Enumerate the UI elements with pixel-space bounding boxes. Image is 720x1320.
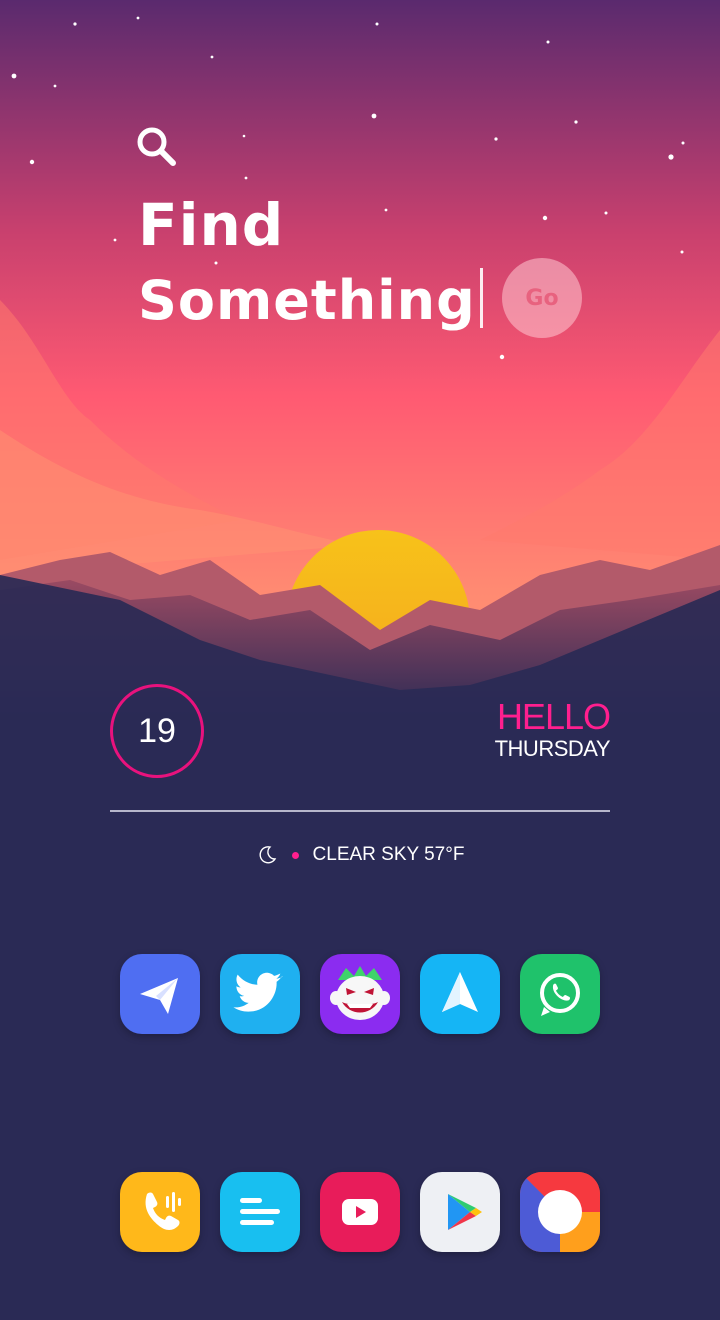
messages-app-icon[interactable] — [220, 1172, 300, 1252]
play-triangle-icon — [448, 1194, 482, 1230]
whatsapp-app-icon[interactable] — [520, 954, 600, 1034]
sunset-wallpaper — [0, 0, 720, 720]
weather-text: CLEAR SKY 57°F — [312, 844, 465, 865]
search-title-line1: Find — [138, 191, 285, 259]
whatsapp-icon — [540, 973, 580, 1016]
weather-row: CLEAR SKY 57°F — [0, 840, 720, 870]
greeting-text: HELLO — [496, 696, 611, 737]
moon-icon — [259, 846, 276, 864]
weekday-text: THURSDAY — [494, 736, 611, 761]
youtube-app-icon[interactable] — [320, 1172, 400, 1252]
play-store-app-icon[interactable] — [420, 1172, 500, 1252]
chrome-icon — [520, 1172, 600, 1252]
go-button[interactable]: Go — [502, 258, 582, 338]
arrow-up-icon — [442, 972, 478, 1012]
phone-icon — [145, 1192, 181, 1230]
search-title-line2[interactable]: Something — [138, 268, 476, 334]
phone-app-icon[interactable] — [120, 1172, 200, 1252]
chrome-app-icon[interactable] — [520, 1172, 600, 1252]
spark-app-icon[interactable] — [420, 954, 500, 1034]
bird-icon — [233, 972, 283, 1012]
paper-plane-icon — [140, 978, 178, 1014]
twitter-app-icon[interactable] — [220, 954, 300, 1034]
play-box-icon — [342, 1199, 378, 1225]
joker-face-icon — [330, 966, 390, 1020]
date-badge: 19 — [110, 684, 204, 778]
text-cursor — [480, 268, 483, 328]
home-screen: Find Something Go 19 HELLO THURSDAY CLEA… — [0, 0, 720, 1320]
weather-separator-dot — [291, 851, 299, 859]
lines-icon — [240, 1198, 280, 1225]
search-icon[interactable] — [134, 124, 178, 168]
telegram-app-icon[interactable] — [120, 954, 200, 1034]
widget-divider — [110, 810, 610, 812]
joker-game-app-icon[interactable] — [320, 954, 400, 1034]
